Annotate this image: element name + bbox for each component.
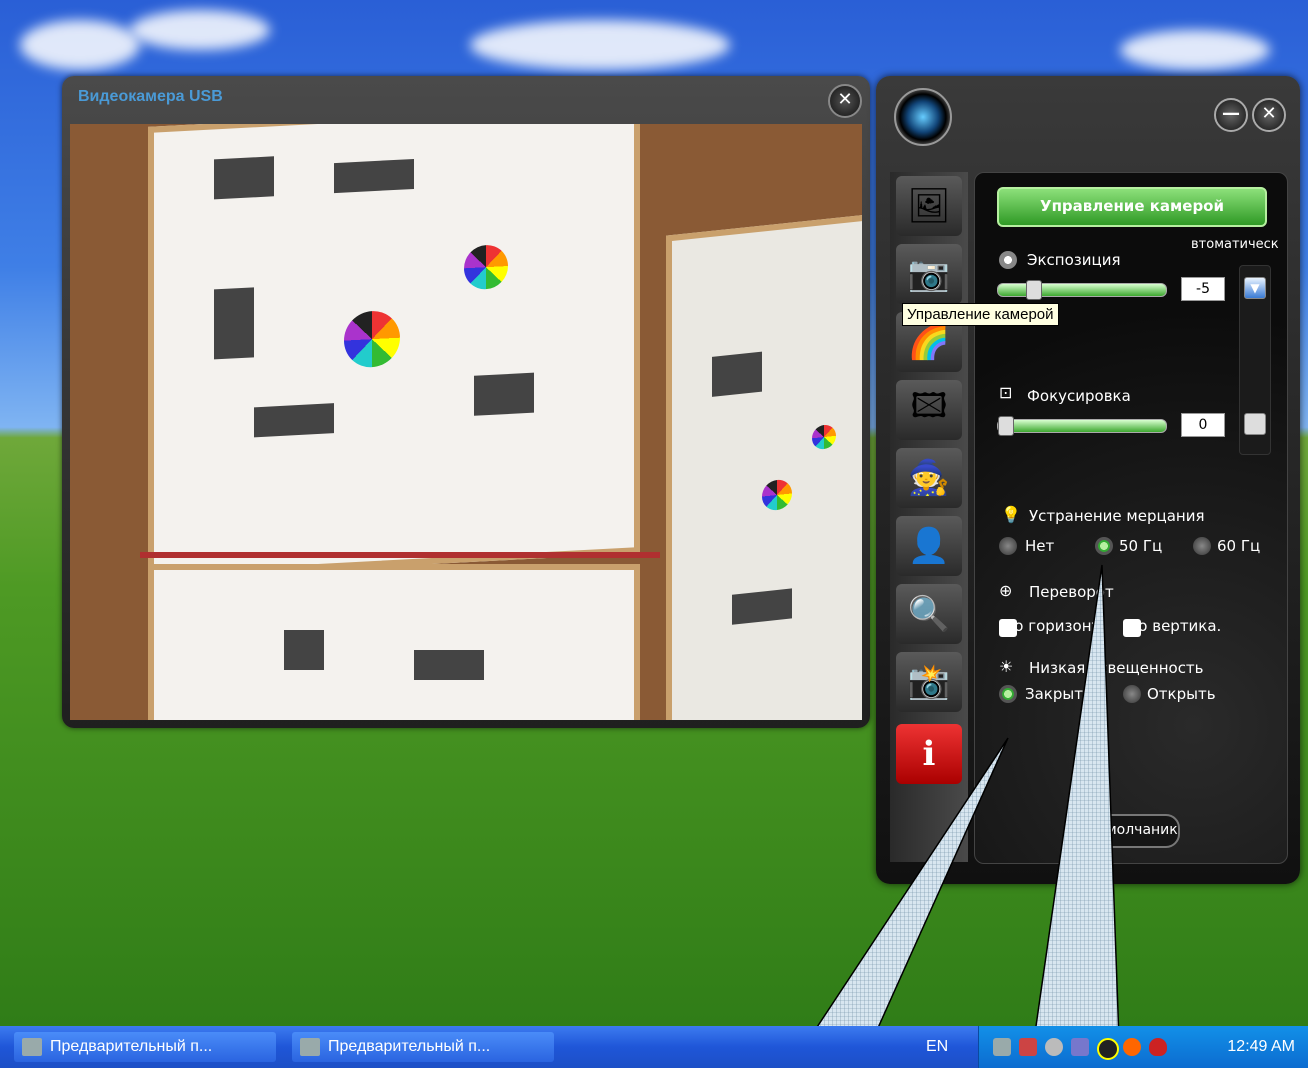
taskbar: Предварительный п... Предварительный п..… <box>0 1026 1308 1068</box>
volume-tray-icon[interactable] <box>1097 1038 1119 1060</box>
taskbar-button[interactable]: Предварительный п... <box>292 1032 554 1062</box>
clock-tray-icon[interactable] <box>1045 1038 1063 1056</box>
system-tray: 12:49 AM <box>978 1026 1308 1068</box>
taskbar-button[interactable]: Предварительный п... <box>14 1032 276 1062</box>
clock: 12:49 AM <box>1227 1038 1295 1055</box>
camera-icon <box>300 1038 320 1056</box>
language-indicator[interactable]: EN <box>926 1038 948 1056</box>
callout-overlay <box>789 564 1121 1068</box>
camera-tray-icon[interactable] <box>993 1038 1011 1056</box>
network-tray-icon[interactable] <box>1019 1038 1037 1056</box>
callout-beam <box>1029 564 1121 1068</box>
taskbar-button-label: Предварительный п... <box>50 1038 213 1055</box>
callout-beam <box>789 737 1009 1068</box>
monitor-tray-icon[interactable] <box>1071 1038 1089 1056</box>
camera-icon <box>22 1038 42 1056</box>
shield-tray-icon[interactable] <box>1149 1038 1167 1056</box>
security-tray-icon[interactable] <box>1123 1038 1141 1056</box>
taskbar-button-label: Предварительный п... <box>328 1038 491 1055</box>
